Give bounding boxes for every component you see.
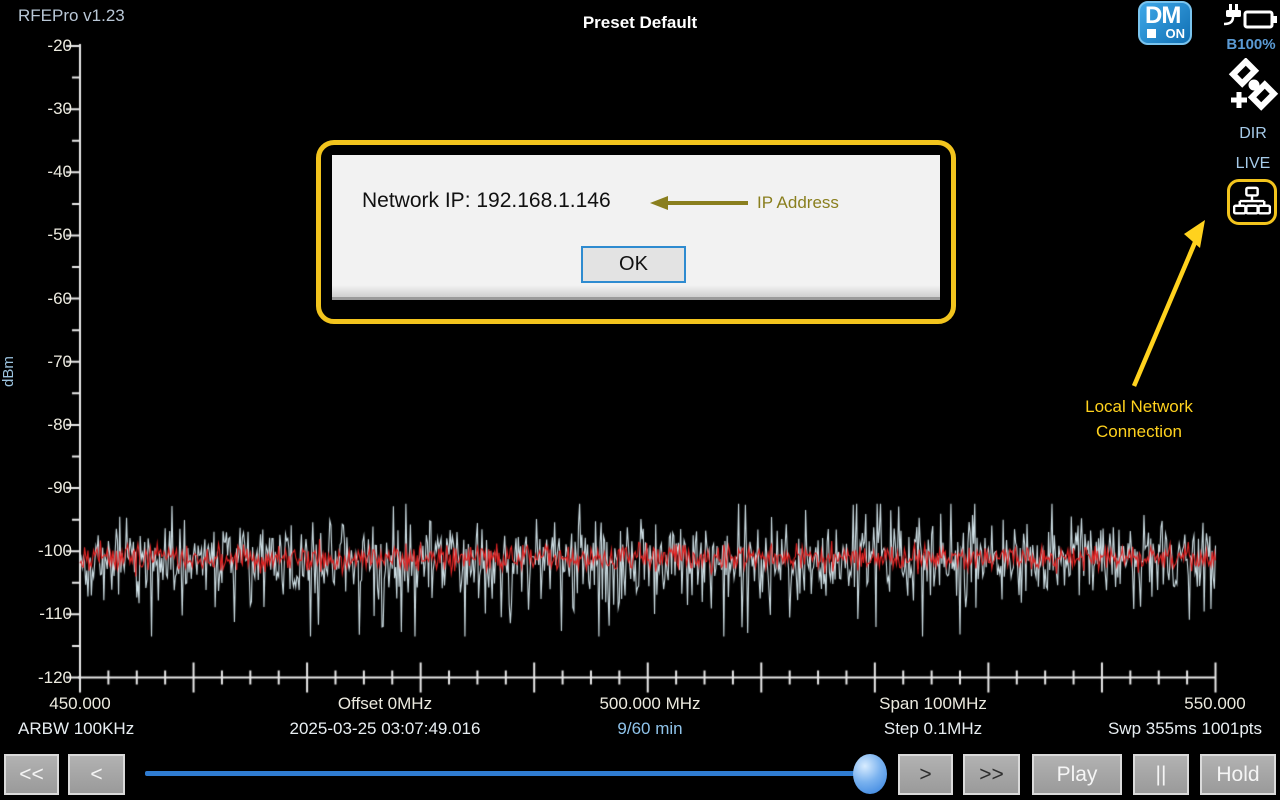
local-network-annotation-line2: Connection: [1060, 419, 1218, 444]
y-axis-label: -30: [14, 99, 72, 119]
live-mode-label[interactable]: LIVE: [1224, 155, 1280, 173]
span-label: Span 100MHz: [833, 694, 1033, 714]
local-network-annotation-line1: Local Network: [1060, 394, 1218, 419]
record-position-label: 9/60 min: [550, 719, 750, 739]
spectrum-analyzer-app: -20-30-40-50-60-70-80-90-100-110-120 RFE…: [0, 0, 1280, 800]
y-axis-unit-label: dBm: [0, 342, 22, 402]
preset-title: Preset Default: [0, 13, 1280, 33]
y-axis-label: -70: [14, 352, 72, 372]
dm-mode-icon[interactable]: DM ON: [1138, 1, 1192, 45]
hold-button[interactable]: Hold: [1200, 754, 1276, 795]
y-axis-label: -120: [14, 668, 72, 688]
center-frequency-label: 500.000 MHz: [550, 694, 750, 714]
step-forward-button[interactable]: >: [898, 754, 953, 795]
stop-frequency-label: 550.000: [1155, 694, 1275, 714]
y-axis-label: -60: [14, 289, 72, 309]
ip-address-arrow: [648, 192, 752, 214]
step-back-button[interactable]: <: [68, 754, 125, 795]
playback-slider-thumb[interactable]: [853, 754, 887, 794]
pause-button[interactable]: ||: [1133, 754, 1189, 795]
rbw-label: ARBW 100KHz: [18, 719, 134, 739]
start-frequency-label: 450.000: [20, 694, 140, 714]
local-network-arrow: [1120, 218, 1220, 390]
timestamp-label: 2025-03-25 03:07:49.016: [285, 719, 485, 739]
y-axis-label: -20: [14, 36, 72, 56]
antenna-connector-icon[interactable]: [1227, 58, 1279, 120]
dialog-message: Network IP: 192.168.1.146: [362, 189, 611, 213]
ip-address-annotation: IP Address: [757, 193, 839, 213]
ok-button[interactable]: OK: [581, 246, 686, 283]
y-axis-label: -100: [14, 541, 72, 561]
network-ip-dialog: Network IP: 192.168.1.146 OK: [332, 155, 940, 297]
dm-icon-on-text: ON: [1166, 26, 1186, 41]
y-axis-label: -110: [14, 604, 72, 624]
local-network-annotation: Local Network Connection: [1060, 394, 1218, 444]
fast-forward-button[interactable]: >>: [963, 754, 1020, 795]
offset-label: Offset 0MHz: [285, 694, 485, 714]
y-axis-label: -90: [14, 478, 72, 498]
network-connection-highlight: [1227, 179, 1277, 225]
battery-icon: [1222, 4, 1280, 34]
local-network-icon[interactable]: [1233, 186, 1271, 218]
y-axis-label: -40: [14, 162, 72, 182]
y-axis-label: -80: [14, 415, 72, 435]
rewind-button[interactable]: <<: [4, 754, 59, 795]
dir-mode-label[interactable]: DIR: [1228, 125, 1278, 143]
dm-icon-square: [1147, 29, 1156, 38]
sweep-info-label: Swp 355ms 1001pts: [1108, 719, 1262, 739]
y-axis-label: -50: [14, 225, 72, 245]
spectrum-plot: [0, 0, 1280, 756]
playback-slider-track[interactable]: [145, 771, 873, 776]
play-button[interactable]: Play: [1032, 754, 1122, 795]
battery-percent-label: B100%: [1222, 36, 1280, 53]
step-label: Step 0.1MHz: [833, 719, 1033, 739]
